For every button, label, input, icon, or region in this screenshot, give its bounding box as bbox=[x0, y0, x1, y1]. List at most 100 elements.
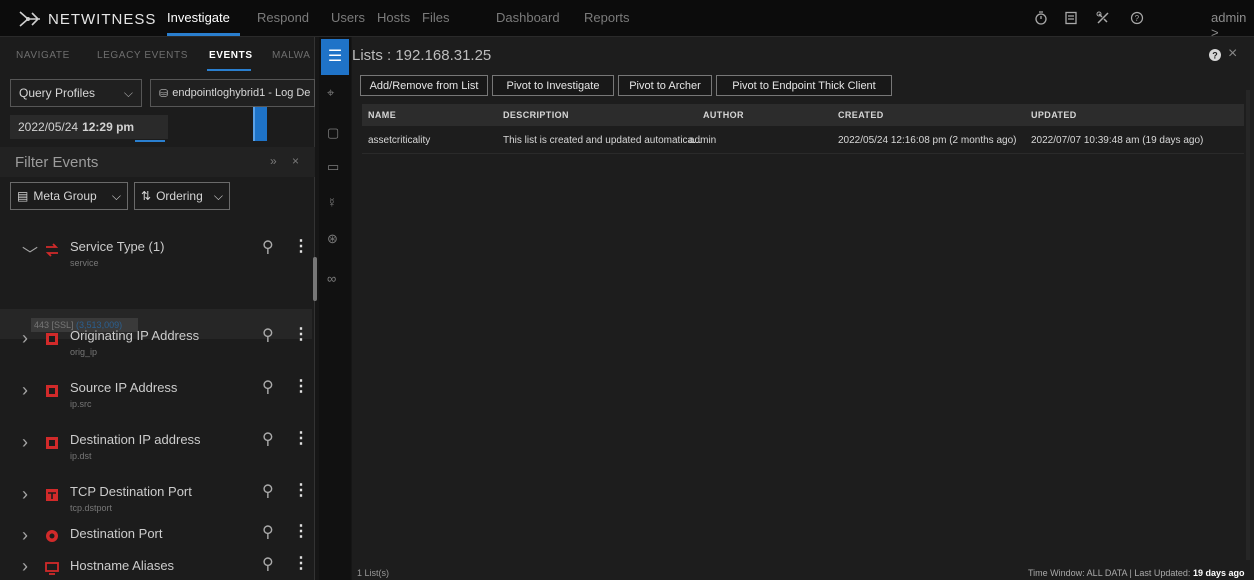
more-options-icon[interactable]: ⋮ bbox=[293, 324, 309, 344]
filter-events-panel: NAVIGATE LEGACY EVENTS EVENTS MALWA Quer… bbox=[0, 37, 317, 580]
help-icon[interactable]: ? bbox=[1208, 48, 1222, 62]
close-icon[interactable]: × bbox=[292, 154, 299, 168]
host-icon bbox=[45, 562, 59, 575]
search-icon[interactable]: ⚲ bbox=[262, 429, 274, 449]
more-options-icon[interactable]: ⋮ bbox=[293, 553, 309, 573]
more-options-icon[interactable]: ⋮ bbox=[293, 480, 309, 500]
time-window-status: Time Window: ALL DATA | Last Updated: 19… bbox=[1028, 568, 1244, 578]
chevron-right-icon[interactable]: › bbox=[22, 484, 28, 505]
tcp-icon bbox=[46, 489, 58, 501]
search-icon[interactable]: ⚲ bbox=[262, 554, 274, 574]
cell-updated: 2022/07/07 10:39:48 am (19 days ago) bbox=[1031, 135, 1204, 146]
meta-group-dropdown[interactable]: ▤ Meta Group ⌵ bbox=[10, 182, 128, 210]
tab-events[interactable]: EVENTS bbox=[209, 50, 253, 61]
meta-key-row[interactable]: ﹀ Service Type (1) service ⚲ ⋮ bbox=[0, 227, 312, 279]
binoculars-icon[interactable]: ∞ bbox=[327, 271, 336, 286]
close-icon[interactable]: × bbox=[1228, 45, 1237, 63]
expand-icon[interactable]: » bbox=[270, 154, 277, 168]
pivot-to-endpoint-button[interactable]: Pivot to Endpoint Thick Client bbox=[716, 75, 892, 96]
top-navigation-bar: NETWITNESS Investigate Respond Users Hos… bbox=[0, 0, 1254, 40]
chevron-down-icon: ⌵ bbox=[213, 188, 223, 203]
meta-key-row[interactable]: › Originating IP Address orig_ip ⚲ ⋮ bbox=[0, 312, 312, 364]
pivot-to-investigate-button[interactable]: Pivot to Investigate bbox=[492, 75, 614, 96]
tab-malware[interactable]: MALWA bbox=[272, 50, 311, 61]
chevron-right-icon[interactable]: › bbox=[22, 556, 28, 577]
more-options-icon[interactable]: ⋮ bbox=[293, 521, 309, 541]
column-created[interactable]: CREATED bbox=[838, 110, 884, 120]
meta-key-row[interactable]: › Hostname Aliases ⚲ ⋮ bbox=[0, 552, 312, 580]
tab-navigate[interactable]: NAVIGATE bbox=[16, 50, 70, 61]
left-panel-scrollbar[interactable] bbox=[313, 257, 317, 301]
search-icon[interactable]: ⚲ bbox=[262, 377, 274, 397]
service-selector[interactable]: ⛁ endpointloghybrid1 - Log De bbox=[150, 79, 315, 107]
query-profiles-dropdown[interactable]: Query Profiles ⌵ bbox=[10, 79, 142, 107]
target-icon[interactable]: ⊛ bbox=[327, 231, 338, 247]
search-icon[interactable]: ⚲ bbox=[262, 237, 274, 257]
lists-table-header: NAME DESCRIPTION AUTHOR CREATED UPDATED bbox=[362, 104, 1244, 126]
tools-icon[interactable] bbox=[1096, 11, 1110, 25]
column-description[interactable]: DESCRIPTION bbox=[503, 110, 569, 120]
column-updated[interactable]: UPDATED bbox=[1031, 110, 1077, 120]
meta-key-name: Destination IP address bbox=[70, 432, 201, 447]
cell-description: This list is created and updated automat… bbox=[503, 135, 702, 146]
svg-text:?: ? bbox=[1135, 14, 1140, 23]
pivot-icon[interactable]: ⌖ bbox=[327, 85, 334, 101]
user-menu[interactable]: admin > bbox=[1211, 10, 1254, 40]
meta-key-row[interactable]: › Source IP Address ip.src ⚲ ⋮ bbox=[0, 364, 312, 416]
search-icon[interactable]: ⚲ bbox=[262, 522, 274, 542]
chevron-right-icon[interactable]: › bbox=[22, 525, 28, 546]
nav-dashboard[interactable]: Dashboard bbox=[496, 10, 560, 25]
time-range-handle[interactable] bbox=[253, 107, 267, 141]
nav-hosts[interactable]: Hosts bbox=[377, 10, 410, 25]
last-updated-value: 19 days ago bbox=[1192, 568, 1245, 578]
search-icon[interactable]: ⚲ bbox=[262, 325, 274, 345]
nav-investigate[interactable]: Investigate bbox=[167, 10, 230, 25]
meta-key-name: Destination Port bbox=[70, 526, 163, 541]
time-date: 2022/05/24 bbox=[18, 120, 79, 134]
contacts-icon[interactable]: ▭ bbox=[327, 159, 339, 175]
add-remove-list-button[interactable]: Add/Remove from List bbox=[360, 75, 488, 96]
more-options-icon[interactable]: ⋮ bbox=[293, 376, 309, 396]
meta-key-id: ip.src bbox=[70, 399, 92, 409]
table-scrollbar[interactable] bbox=[1246, 90, 1250, 560]
meta-key-row[interactable]: › Destination IP address ip.dst ⚲ ⋮ bbox=[0, 416, 312, 468]
table-row[interactable]: assetcriticality This list is created an… bbox=[362, 128, 1244, 154]
nav-files[interactable]: Files bbox=[422, 10, 449, 25]
timer-icon[interactable] bbox=[1034, 11, 1048, 25]
tab-legacy-events[interactable]: LEGACY EVENTS bbox=[97, 50, 188, 61]
chevron-right-icon[interactable]: › bbox=[22, 380, 28, 401]
meta-key-id: ip.dst bbox=[70, 451, 92, 461]
search-icon[interactable]: ⚲ bbox=[262, 481, 274, 501]
time-clock: 12:29 pm bbox=[82, 120, 135, 134]
meta-key-id: orig_ip bbox=[70, 347, 98, 357]
time-range-display[interactable]: 2022/05/24 12:29 pm bbox=[10, 115, 168, 139]
more-options-icon[interactable]: ⋮ bbox=[293, 428, 309, 448]
sort-icon: ⇅ bbox=[141, 189, 152, 203]
meta-key-row[interactable]: › Destination Port ⚲ ⋮ bbox=[0, 520, 312, 550]
chevron-right-icon[interactable]: › bbox=[22, 432, 28, 453]
meta-group-label: Meta Group bbox=[33, 189, 97, 203]
cell-created: 2022/05/24 12:16:08 pm (2 months ago) bbox=[838, 135, 1017, 146]
nav-users[interactable]: Users bbox=[331, 10, 365, 25]
chevron-right-icon[interactable]: › bbox=[22, 328, 28, 349]
column-author[interactable]: AUTHOR bbox=[703, 110, 744, 120]
svg-text:?: ? bbox=[1212, 51, 1218, 61]
lists-context-panel: Lists : 192.168.31.25 ? × Add/Remove fro… bbox=[352, 37, 1254, 580]
meta-key-row[interactable]: › TCP Destination Port tcp.dstport ⚲ ⋮ bbox=[0, 468, 312, 520]
help-icon[interactable]: ? bbox=[1130, 11, 1144, 25]
ordering-dropdown[interactable]: ⇅ Ordering ⌵ bbox=[134, 182, 230, 210]
bug-icon[interactable]: ☿ bbox=[327, 195, 337, 210]
nav-respond[interactable]: Respond bbox=[257, 10, 309, 25]
meta-group-icon: ▤ bbox=[17, 189, 29, 203]
netwitness-logo[interactable]: NETWITNESS bbox=[18, 7, 156, 31]
ordering-label: Ordering bbox=[156, 189, 203, 203]
query-profiles-label: Query Profiles bbox=[19, 86, 96, 100]
list-icon[interactable]: ☰ bbox=[321, 39, 349, 75]
column-name[interactable]: NAME bbox=[368, 110, 396, 120]
more-options-icon[interactable]: ⋮ bbox=[293, 236, 309, 256]
notes-icon[interactable] bbox=[1064, 11, 1078, 25]
chevron-down-icon[interactable]: ﹀ bbox=[22, 241, 38, 265]
chat-icon[interactable]: ▢ bbox=[327, 125, 339, 141]
nav-reports[interactable]: Reports bbox=[584, 10, 630, 25]
pivot-to-archer-button[interactable]: Pivot to Archer bbox=[618, 75, 712, 96]
